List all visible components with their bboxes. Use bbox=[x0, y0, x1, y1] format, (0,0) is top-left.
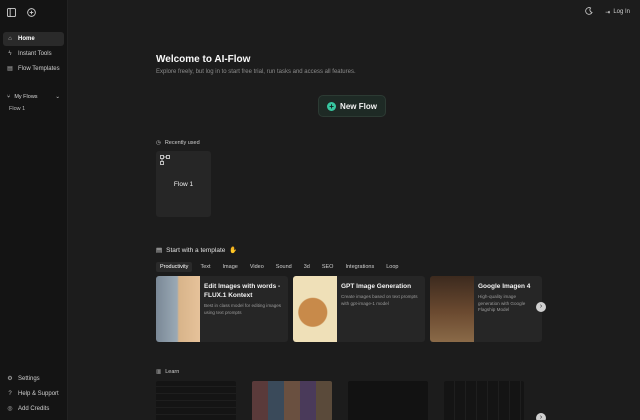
sidebar-item-settings[interactable]: ⚙ Settings bbox=[3, 371, 64, 386]
wave-icon: ✋ bbox=[229, 247, 238, 254]
my-flows-header[interactable]: ⑂ My Flows ⌄ bbox=[0, 92, 67, 102]
template-card-imagen[interactable]: Google Imagen 4 High-quality image gener… bbox=[430, 276, 542, 342]
credits-icon: ◎ bbox=[7, 405, 13, 412]
sidebar-toggle-icon[interactable] bbox=[6, 7, 16, 17]
sidebar-item-label: Add Credits bbox=[18, 405, 50, 412]
help-icon: ? bbox=[8, 390, 12, 397]
recently-used-heading: ◷ Recently used bbox=[156, 140, 200, 146]
cat-thumbnail bbox=[156, 276, 200, 342]
learn-cards bbox=[156, 381, 524, 420]
flow-graph-icon bbox=[160, 155, 170, 167]
tab-image[interactable]: Image bbox=[219, 262, 242, 272]
chevron-right-icon: › bbox=[539, 414, 543, 420]
template-title: Google Imagen 4 bbox=[478, 283, 531, 290]
sidebar-item-home[interactable]: ⌂ Home bbox=[3, 32, 64, 46]
tab-integrations[interactable]: Integrations bbox=[341, 262, 378, 272]
recent-flow-card[interactable]: Flow 1 bbox=[156, 151, 211, 217]
tab-sound[interactable]: Sound bbox=[272, 262, 296, 272]
tab-video[interactable]: Video bbox=[246, 262, 268, 272]
add-circle-icon[interactable] bbox=[26, 7, 36, 17]
sidebar-item-help[interactable]: ? Help & Support bbox=[3, 386, 64, 401]
clock-icon: ◷ bbox=[156, 140, 161, 146]
gear-icon: ⚙ bbox=[7, 375, 13, 382]
plus-icon: + bbox=[327, 101, 337, 111]
templates-label: Start with a template bbox=[166, 246, 226, 254]
template-desc: Best in class model for editing images u… bbox=[204, 303, 282, 315]
shop-thumbnail bbox=[430, 276, 474, 342]
templates-heading: ▤ Start with a template ✋ bbox=[156, 246, 238, 255]
sidebar-item-label: Instant Tools bbox=[18, 51, 52, 57]
template-title: GPT Image Generation bbox=[341, 283, 412, 290]
sidebar-item-instant-tools[interactable]: ϟ Instant Tools bbox=[3, 47, 64, 61]
template-desc: High-quality image generation with Googl… bbox=[478, 294, 526, 312]
tab-loop[interactable]: Loop bbox=[382, 262, 402, 272]
learn-card[interactable] bbox=[348, 381, 428, 420]
template-icon: ▤ bbox=[7, 66, 13, 72]
template-desc: Create images based on text prompts with… bbox=[341, 294, 418, 306]
tab-productivity[interactable]: Productivity bbox=[156, 262, 193, 272]
learn-label: Learn bbox=[165, 369, 180, 375]
tab-text[interactable]: Text bbox=[196, 262, 214, 272]
learn-heading: ▥ Learn bbox=[156, 369, 179, 375]
chevron-down-icon: ⌄ bbox=[55, 94, 60, 100]
my-flows-label: My Flows bbox=[14, 94, 38, 100]
sidebar-item-label: Flow Templates bbox=[18, 66, 60, 72]
template-icon: ▤ bbox=[156, 247, 163, 254]
template-card-flux[interactable]: Edit Images with words - FLUX.1 Kontext … bbox=[156, 276, 288, 342]
new-flow-button[interactable]: + New Flow bbox=[318, 95, 386, 117]
template-title: Edit Images with words - FLUX.1 Kontext bbox=[204, 283, 281, 299]
sidebar-flow-item[interactable]: Flow 1 bbox=[0, 102, 67, 116]
new-flow-label: New Flow bbox=[340, 101, 377, 111]
template-cards: Edit Images with words - FLUX.1 Kontext … bbox=[156, 276, 542, 342]
book-icon: ▥ bbox=[156, 369, 162, 375]
sidebar: ⌂ Home ϟ Instant Tools ▤ Flow Templates … bbox=[0, 0, 68, 420]
sidebar-item-add-credits[interactable]: ◎ Add Credits bbox=[3, 401, 64, 416]
flows-icon: ⑂ bbox=[7, 94, 11, 100]
sidebar-item-label: Settings bbox=[18, 375, 40, 382]
sidebar-item-label: Home bbox=[18, 36, 35, 42]
sidebar-item-label: Help & Support bbox=[18, 390, 59, 397]
learn-card[interactable] bbox=[156, 381, 236, 420]
home-icon: ⌂ bbox=[8, 36, 12, 42]
template-card-gpt-image[interactable]: GPT Image Generation Create images based… bbox=[293, 276, 425, 342]
recent-flow-name: Flow 1 bbox=[173, 181, 194, 188]
tab-seo[interactable]: SEO bbox=[318, 262, 338, 272]
tab-3d[interactable]: 3d bbox=[300, 262, 314, 272]
recently-used-label: Recently used bbox=[164, 140, 200, 146]
chevron-right-icon: › bbox=[539, 303, 543, 310]
main-content: Welcome to AI-Flow Explore freely, but l… bbox=[68, 0, 640, 420]
learn-next-button[interactable]: › bbox=[536, 413, 546, 420]
template-tabs: Productivity Text Image Video Sound 3d S… bbox=[156, 262, 402, 272]
learn-card[interactable] bbox=[444, 381, 524, 420]
carousel-next-button[interactable]: › bbox=[536, 302, 546, 312]
learn-card[interactable] bbox=[252, 381, 332, 420]
otter-thumbnail bbox=[293, 276, 337, 342]
page-subtitle: Explore freely, but log in to start free… bbox=[156, 69, 356, 75]
sidebar-item-flow-templates[interactable]: ▤ Flow Templates bbox=[3, 62, 64, 76]
page-title: Welcome to AI-Flow bbox=[156, 54, 251, 65]
bolt-icon: ϟ bbox=[8, 51, 12, 57]
